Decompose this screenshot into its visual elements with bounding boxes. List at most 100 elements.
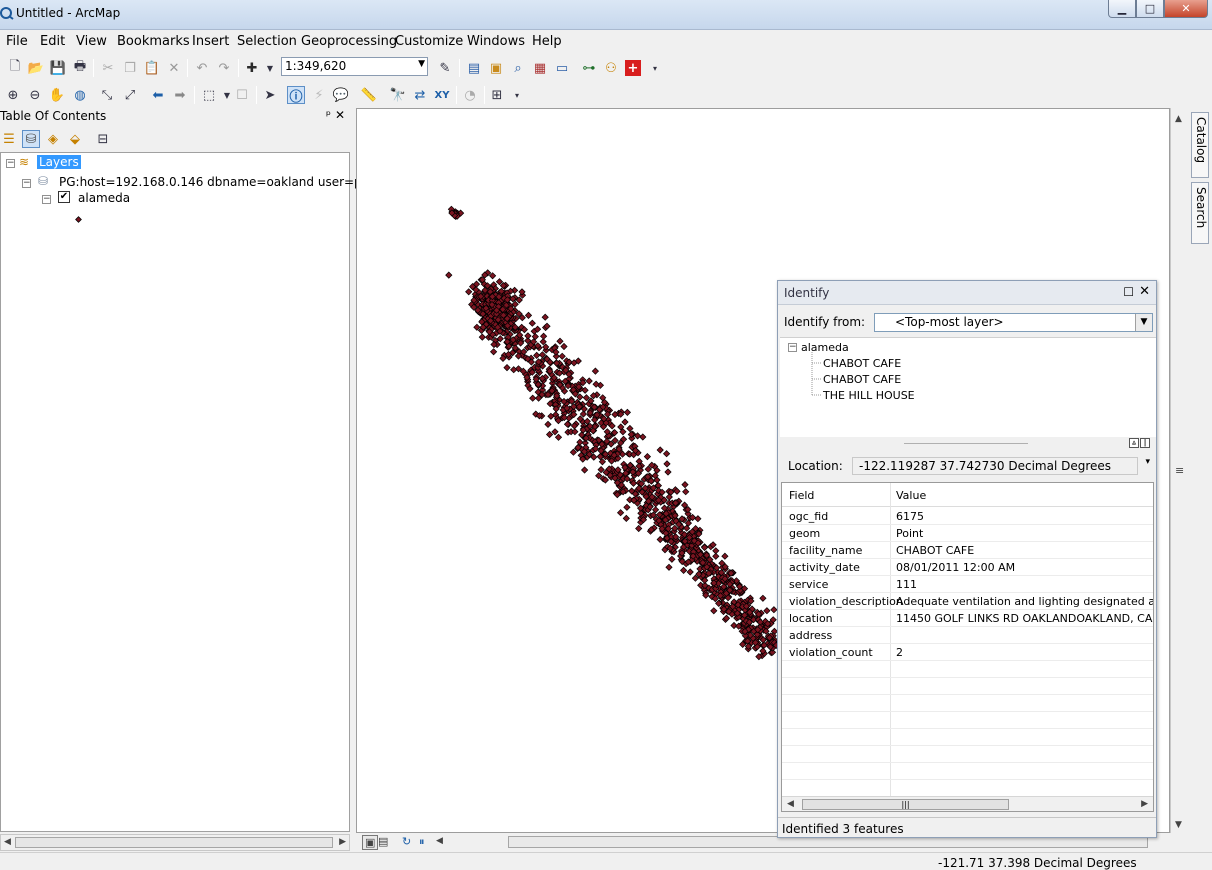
map-point-feature[interactable] — [721, 552, 729, 560]
map-point-feature[interactable] — [668, 555, 676, 563]
list-by-drawing-order-icon[interactable]: ☰ — [0, 130, 18, 148]
redo-icon[interactable]: ↷ — [215, 59, 233, 77]
pane-splitter[interactable] — [904, 443, 1028, 444]
map-point-feature[interactable] — [665, 563, 673, 571]
value-column-header[interactable]: Value — [896, 489, 926, 502]
chevron-down-icon[interactable]: ▼ — [1135, 314, 1152, 331]
hyperlink-icon[interactable]: ⚡ — [310, 86, 328, 104]
map-point-feature[interactable] — [533, 351, 541, 360]
map-vertical-scrollbar[interactable]: ▲ ≡ ▼ — [1170, 108, 1187, 833]
map-point-feature[interactable] — [524, 311, 533, 320]
attribute-row[interactable]: address — [782, 627, 1153, 644]
map-point-feature[interactable] — [591, 367, 600, 375]
menu-file[interactable]: File — [6, 34, 28, 49]
chevron-down-icon[interactable]: ▼ — [418, 59, 425, 69]
menu-help[interactable]: Help — [532, 34, 562, 49]
go-to-xy-icon[interactable]: XY — [433, 86, 451, 104]
maximize-icon[interactable]: ☐ — [1123, 285, 1134, 299]
toc-horizontal-scrollbar[interactable]: ◀ ▶ — [0, 834, 350, 851]
map-point-feature[interactable] — [510, 366, 518, 374]
forward-extent-icon[interactable]: ➡ — [171, 86, 189, 104]
layout-view-icon[interactable]: ▤ — [378, 835, 388, 848]
save-icon[interactable]: 💾 — [49, 59, 67, 77]
find-icon[interactable]: 🔭 — [389, 86, 407, 104]
editor-toolbar-icon[interactable]: ✎ — [436, 59, 454, 77]
map-point-feature[interactable] — [656, 535, 664, 544]
back-extent-icon[interactable]: ⬅ — [149, 86, 167, 104]
time-slider-icon[interactable]: ◔ — [461, 86, 479, 104]
map-point-feature[interactable] — [524, 332, 532, 340]
results-feature-node[interactable]: CHABOT CAFE — [823, 357, 901, 370]
map-point-feature[interactable] — [579, 410, 588, 418]
map-point-feature[interactable] — [554, 433, 563, 441]
scroll-grip-icon[interactable]: ≡ — [1175, 464, 1184, 477]
html-popup-icon[interactable]: 💬 — [332, 86, 350, 104]
scroll-up-icon[interactable]: ▲ — [1175, 114, 1182, 124]
search-tab[interactable]: Search — [1191, 182, 1209, 244]
collapse-layer-icon[interactable]: − — [42, 195, 51, 204]
attribute-row[interactable]: activity_date 08/01/2011 12:00 AM — [782, 559, 1153, 576]
collapse-results-icon[interactable]: − — [788, 343, 797, 352]
arctoolbox-icon[interactable]: ▦ — [531, 59, 549, 77]
map-point-feature[interactable] — [622, 514, 630, 523]
map-point-feature[interactable] — [639, 433, 647, 441]
select-elements-icon[interactable]: ➤ — [261, 86, 279, 104]
attribute-row[interactable]: facility_name CHABOT CAFE — [782, 542, 1153, 559]
layer-visibility-checkbox[interactable]: ✔ — [58, 191, 70, 203]
map-point-feature[interactable] — [445, 271, 453, 279]
map-point-feature[interactable] — [623, 503, 631, 511]
toolbar-options-icon[interactable]: ▾ — [646, 59, 664, 77]
zoom-in-icon[interactable]: ⊕ — [4, 86, 22, 104]
menu-windows[interactable]: Windows — [467, 34, 525, 49]
list-by-source-icon[interactable]: ⛁ — [22, 130, 40, 148]
map-point-feature[interactable] — [679, 566, 688, 575]
select-features-icon[interactable]: ⬚ — [200, 86, 218, 104]
map-point-feature[interactable] — [621, 418, 629, 426]
map-point-feature[interactable] — [558, 352, 566, 360]
field-column-header[interactable]: Field — [789, 489, 814, 502]
menu-geoprocessing[interactable]: Geoprocessing — [301, 34, 397, 49]
swiss-flag-plugin-icon[interactable]: + — [625, 60, 641, 76]
add-data-icon[interactable]: ✚ — [243, 59, 261, 77]
undo-icon[interactable]: ↶ — [193, 59, 211, 77]
clear-selection-icon[interactable]: ☐ — [233, 86, 251, 104]
map-point-feature[interactable] — [465, 288, 473, 296]
scroll-right-icon[interactable]: ▶ — [1141, 799, 1148, 809]
scroll-right-icon[interactable]: ▶ — [339, 837, 346, 847]
map-point-feature[interactable] — [503, 363, 511, 372]
open-folder-icon[interactable]: 📂 — [27, 59, 45, 77]
map-point-feature[interactable] — [763, 607, 771, 615]
map-point-feature[interactable] — [560, 342, 568, 351]
map-point-feature[interactable] — [664, 468, 672, 476]
map-point-feature[interactable] — [571, 428, 579, 436]
location-options-icon[interactable]: ▾ — [1145, 457, 1150, 467]
map-point-feature[interactable] — [544, 420, 552, 429]
menu-bookmarks[interactable]: Bookmarks — [117, 34, 190, 49]
delete-icon[interactable]: ✕ — [165, 59, 183, 77]
python-window-icon[interactable]: ▭ — [553, 59, 571, 77]
menu-customize[interactable]: Customize — [395, 34, 463, 49]
pan-icon[interactable]: ✋ — [48, 86, 66, 104]
fixed-zoom-in-icon[interactable]: ⤡ — [98, 86, 116, 104]
grid-scroll-thumb[interactable]: ||| — [802, 799, 1009, 810]
identify-title-bar[interactable]: Identify ☐ ✕ — [778, 281, 1156, 305]
map-point-feature[interactable] — [489, 348, 498, 356]
menu-insert[interactable]: Insert — [192, 34, 229, 49]
attribute-row[interactable]: violation_count 2 — [782, 644, 1153, 661]
add-data-dropdown-icon[interactable]: ▼ — [261, 59, 279, 77]
map-point-feature[interactable] — [643, 452, 652, 461]
scroll-down-icon[interactable]: ▼ — [1175, 820, 1182, 830]
identify-from-select[interactable]: <Top-most layer> ▼ — [874, 313, 1153, 332]
map-point-feature[interactable] — [545, 430, 554, 439]
map-point-feature[interactable] — [682, 488, 690, 496]
find-route-icon[interactable]: ⇄ — [411, 86, 429, 104]
maximize-button[interactable]: □ — [1136, 0, 1164, 18]
attribute-row[interactable]: ogc_fid 6175 — [782, 508, 1153, 525]
toolbar-options-icon-2[interactable]: ▾ — [508, 86, 526, 104]
attribute-row[interactable]: location 11450 GOLF LINKS RD OAKLANDOAKLA… — [782, 610, 1153, 627]
results-feature-node[interactable]: THE HILL HOUSE — [823, 389, 915, 402]
map-point-feature[interactable] — [539, 332, 548, 340]
identify-tool-icon[interactable]: ⓘ — [287, 86, 305, 105]
map-point-feature[interactable] — [700, 543, 709, 552]
list-by-selection-icon[interactable]: ⬙ — [66, 130, 84, 148]
